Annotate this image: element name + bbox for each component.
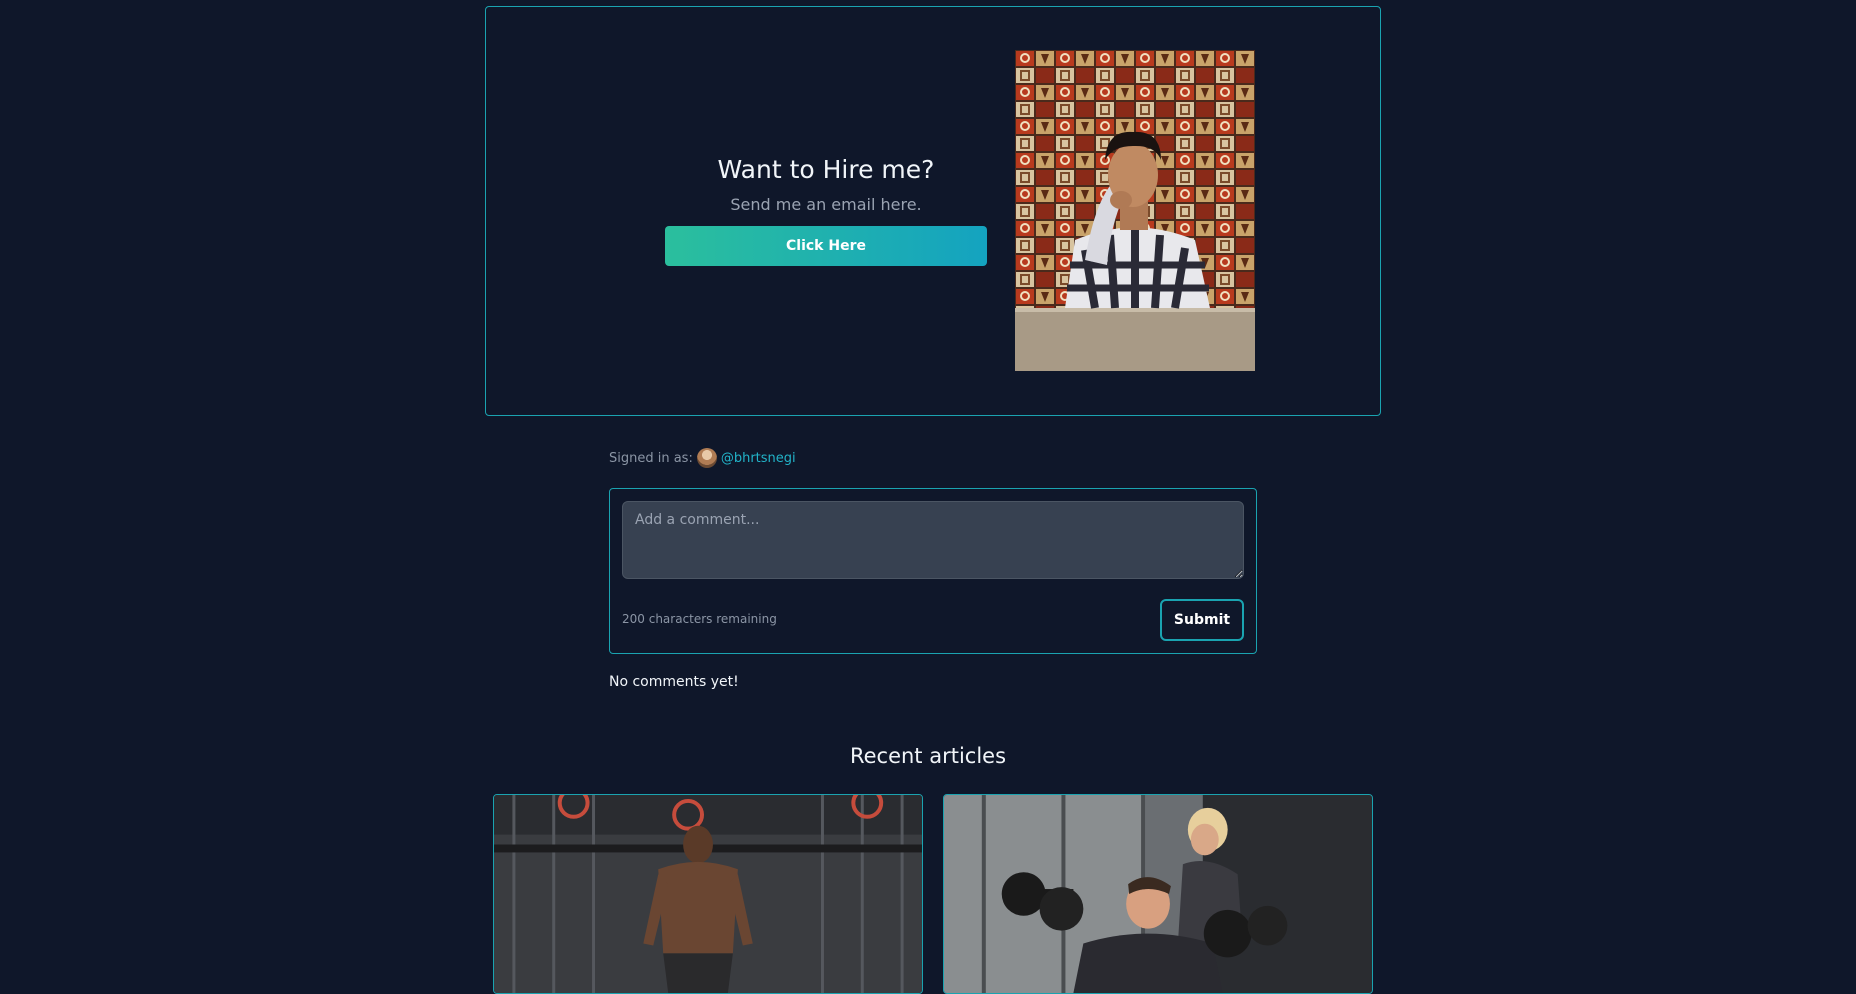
hire-title: Want to Hire me? [717,155,935,184]
hire-section: Want to Hire me? Send me an email here. … [665,150,987,266]
profile-photo [1015,50,1255,371]
avatar [696,448,717,468]
username-link[interactable]: @bhrtsnegi [721,451,796,466]
characters-remaining: 200 characters remaining [622,612,777,626]
article-card[interactable] [493,794,923,994]
signed-in-label: Signed in as: [609,450,693,466]
article-card[interactable] [943,794,1373,994]
hire-subtitle: Send me an email here. [730,195,922,214]
comment-input[interactable] [622,501,1244,579]
article-image [494,795,922,993]
article-image [944,795,1372,993]
click-here-button[interactable]: Click Here [665,226,987,266]
recent-articles-heading: Recent articles [849,744,1007,768]
submit-button[interactable]: Submit [1160,599,1244,641]
signed-in-line: Signed in as: @bhrtsnegi [609,447,796,469]
comment-form: 200 characters remaining Submit [609,488,1257,654]
no-comments-text: No comments yet! [609,674,739,690]
